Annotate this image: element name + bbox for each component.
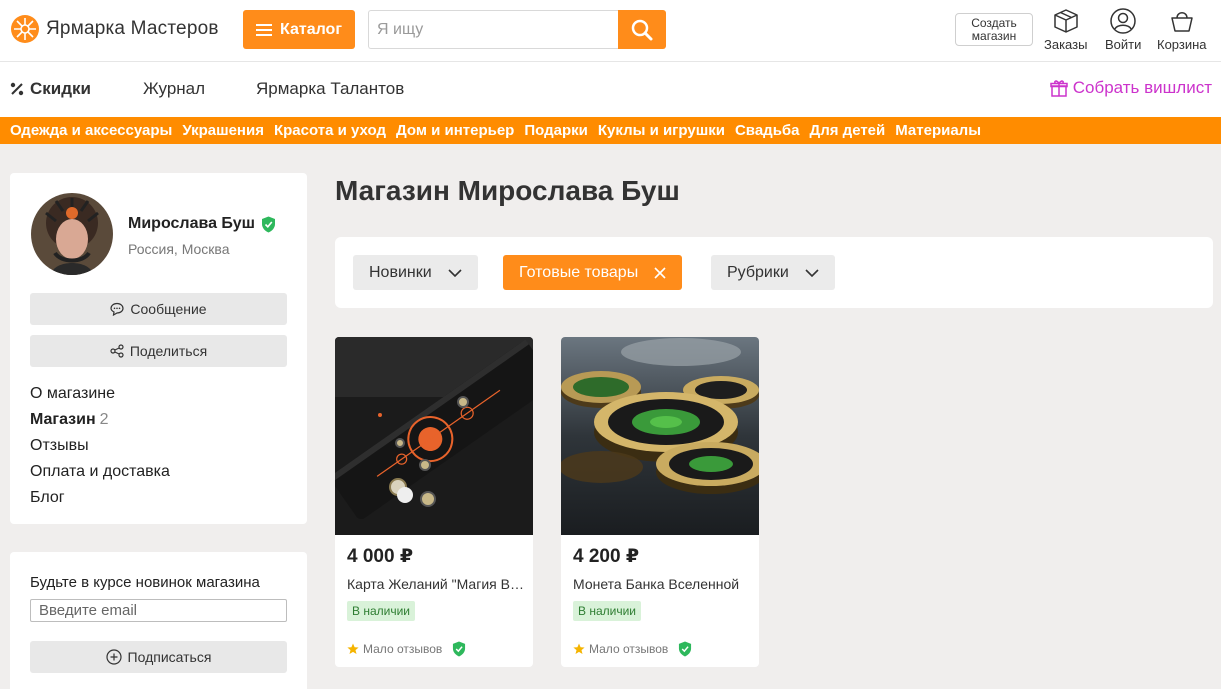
stock-badge: В наличии [347, 601, 416, 621]
avatar-image [31, 193, 113, 275]
nav-discounts[interactable]: Скидки [10, 79, 91, 99]
create-shop-button[interactable]: Создать магазин [955, 13, 1033, 46]
gift-icon [1050, 80, 1068, 97]
subscribe-label: Подписаться [127, 649, 212, 665]
close-icon[interactable] [654, 266, 666, 279]
page-title: Магазин Мирослава Буш [335, 175, 680, 206]
search-button[interactable] [618, 10, 666, 49]
message-label: Сообщение [130, 301, 207, 317]
box-icon [1053, 9, 1078, 33]
share-icon [110, 344, 124, 358]
logo[interactable]: Ярмарка Мастеров [10, 14, 219, 44]
product-image[interactable] [561, 337, 759, 535]
category-link[interactable]: Для детей [810, 122, 886, 139]
logo-text: Ярмарка Мастеров [46, 18, 219, 39]
filter-new[interactable]: Новинки [353, 255, 478, 290]
seller-card: Мирослава Буш Россия, Москва Сообщение П… [10, 173, 307, 524]
filter-ready[interactable]: Готовые товары [503, 255, 683, 290]
catalog-button[interactable]: Каталог [243, 10, 355, 49]
reviews-label: Мало отзывов [589, 642, 669, 656]
category-bar: Одежда и аксессуары Украшения Красота и … [0, 117, 1221, 144]
filter-new-label: Новинки [369, 263, 432, 281]
menu-reviews[interactable]: Отзывы [30, 437, 89, 455]
verified-shield-icon [261, 216, 275, 232]
verified-shield-icon [679, 641, 692, 657]
wishlist-label: Собрать вишлист [1072, 78, 1212, 97]
reviews-info: Мало отзывов [347, 641, 466, 657]
product-price: 4 200 ₽ [573, 546, 640, 567]
secondary-nav: Скидки Журнал Ярмарка Талантов Собрать в… [0, 62, 1221, 117]
seller-location: Россия, Москва [128, 241, 230, 257]
chevron-down-icon [805, 268, 819, 277]
category-link[interactable]: Дом и интерьер [396, 122, 514, 139]
menu-shop-count: 2 [99, 411, 109, 428]
product-card[interactable]: 4 000 ₽ Карта Желаний "Магия Вселенной" … [335, 337, 533, 667]
cart-button[interactable]: Корзина [1157, 7, 1207, 52]
chevron-down-icon [448, 268, 462, 277]
category-link[interactable]: Украшения [182, 122, 264, 139]
login-label: Войти [1105, 37, 1142, 52]
share-button[interactable]: Поделиться [30, 335, 287, 367]
login-button[interactable]: Войти [1105, 7, 1141, 52]
catalog-label: Каталог [280, 20, 342, 38]
orders-label: Заказы [1044, 37, 1088, 52]
subscribe-card: Будьте в курсе новинок магазина Подписат… [10, 552, 307, 689]
menu-blog[interactable]: Блог [30, 489, 65, 507]
user-icon [1110, 8, 1136, 34]
search-bar [368, 10, 666, 49]
wishlist-link[interactable]: Собрать вишлист [1050, 78, 1212, 98]
verified-shield-icon [453, 641, 466, 657]
nav-discounts-label: Скидки [30, 79, 91, 98]
category-link[interactable]: Одежда и аксессуары [10, 122, 172, 139]
reviews-info: Мало отзывов [573, 641, 692, 657]
category-link[interactable]: Подарки [524, 122, 588, 139]
product-price: 4 000 ₽ [347, 546, 414, 567]
filter-sections-label: Рубрики [727, 263, 789, 281]
nav-talents[interactable]: Ярмарка Талантов [256, 79, 404, 99]
subscribe-title: Будьте в курсе новинок магазина [30, 574, 260, 591]
category-link[interactable]: Свадьба [735, 122, 800, 139]
seller-name[interactable]: Мирослава Буш [128, 215, 276, 233]
product-image[interactable] [335, 337, 533, 535]
avatar[interactable] [31, 193, 113, 275]
filter-sections[interactable]: Рубрики [711, 255, 835, 290]
star-icon [347, 643, 359, 654]
seller-name-text: Мирослава Буш [128, 215, 255, 232]
share-label: Поделиться [129, 343, 208, 359]
chat-icon [110, 302, 125, 316]
logo-icon [11, 15, 39, 43]
subscribe-button[interactable]: Подписаться [30, 641, 287, 673]
product-name[interactable]: Монета Банка Вселенной [573, 576, 751, 592]
menu-shop[interactable]: Магазин 2 [30, 411, 109, 429]
cart-label: Корзина [1157, 37, 1207, 52]
percent-icon [10, 82, 24, 96]
stock-badge: В наличии [573, 601, 642, 621]
product-card[interactable]: 4 200 ₽ Монета Банка Вселенной В наличии… [561, 337, 759, 667]
email-field[interactable] [30, 599, 287, 622]
category-link[interactable]: Красота и уход [274, 122, 386, 139]
search-icon [631, 19, 653, 40]
menu-icon [256, 23, 272, 36]
search-input[interactable] [368, 10, 618, 49]
product-name[interactable]: Карта Желаний "Магия Вселенной" [347, 576, 525, 592]
basket-icon [1171, 12, 1193, 32]
orders-button[interactable]: Заказы [1044, 7, 1087, 52]
message-button[interactable]: Сообщение [30, 293, 287, 325]
filter-bar: Новинки Готовые товары Рубрики [335, 237, 1213, 308]
create-shop-line2: магазин [971, 29, 1017, 43]
category-link[interactable]: Куклы и игрушки [598, 122, 725, 139]
reviews-label: Мало отзывов [363, 642, 443, 656]
menu-payment[interactable]: Оплата и доставка [30, 463, 170, 481]
menu-shop-label: Магазин [30, 411, 96, 428]
nav-journal[interactable]: Журнал [143, 79, 205, 99]
category-link[interactable]: Материалы [895, 122, 981, 139]
menu-about[interactable]: О магазине [30, 385, 115, 403]
filter-ready-label: Готовые товары [519, 263, 639, 281]
star-icon [573, 643, 585, 654]
top-header: Ярмарка Мастеров Каталог Создать магазин… [0, 0, 1221, 62]
plus-circle-icon [105, 649, 122, 665]
